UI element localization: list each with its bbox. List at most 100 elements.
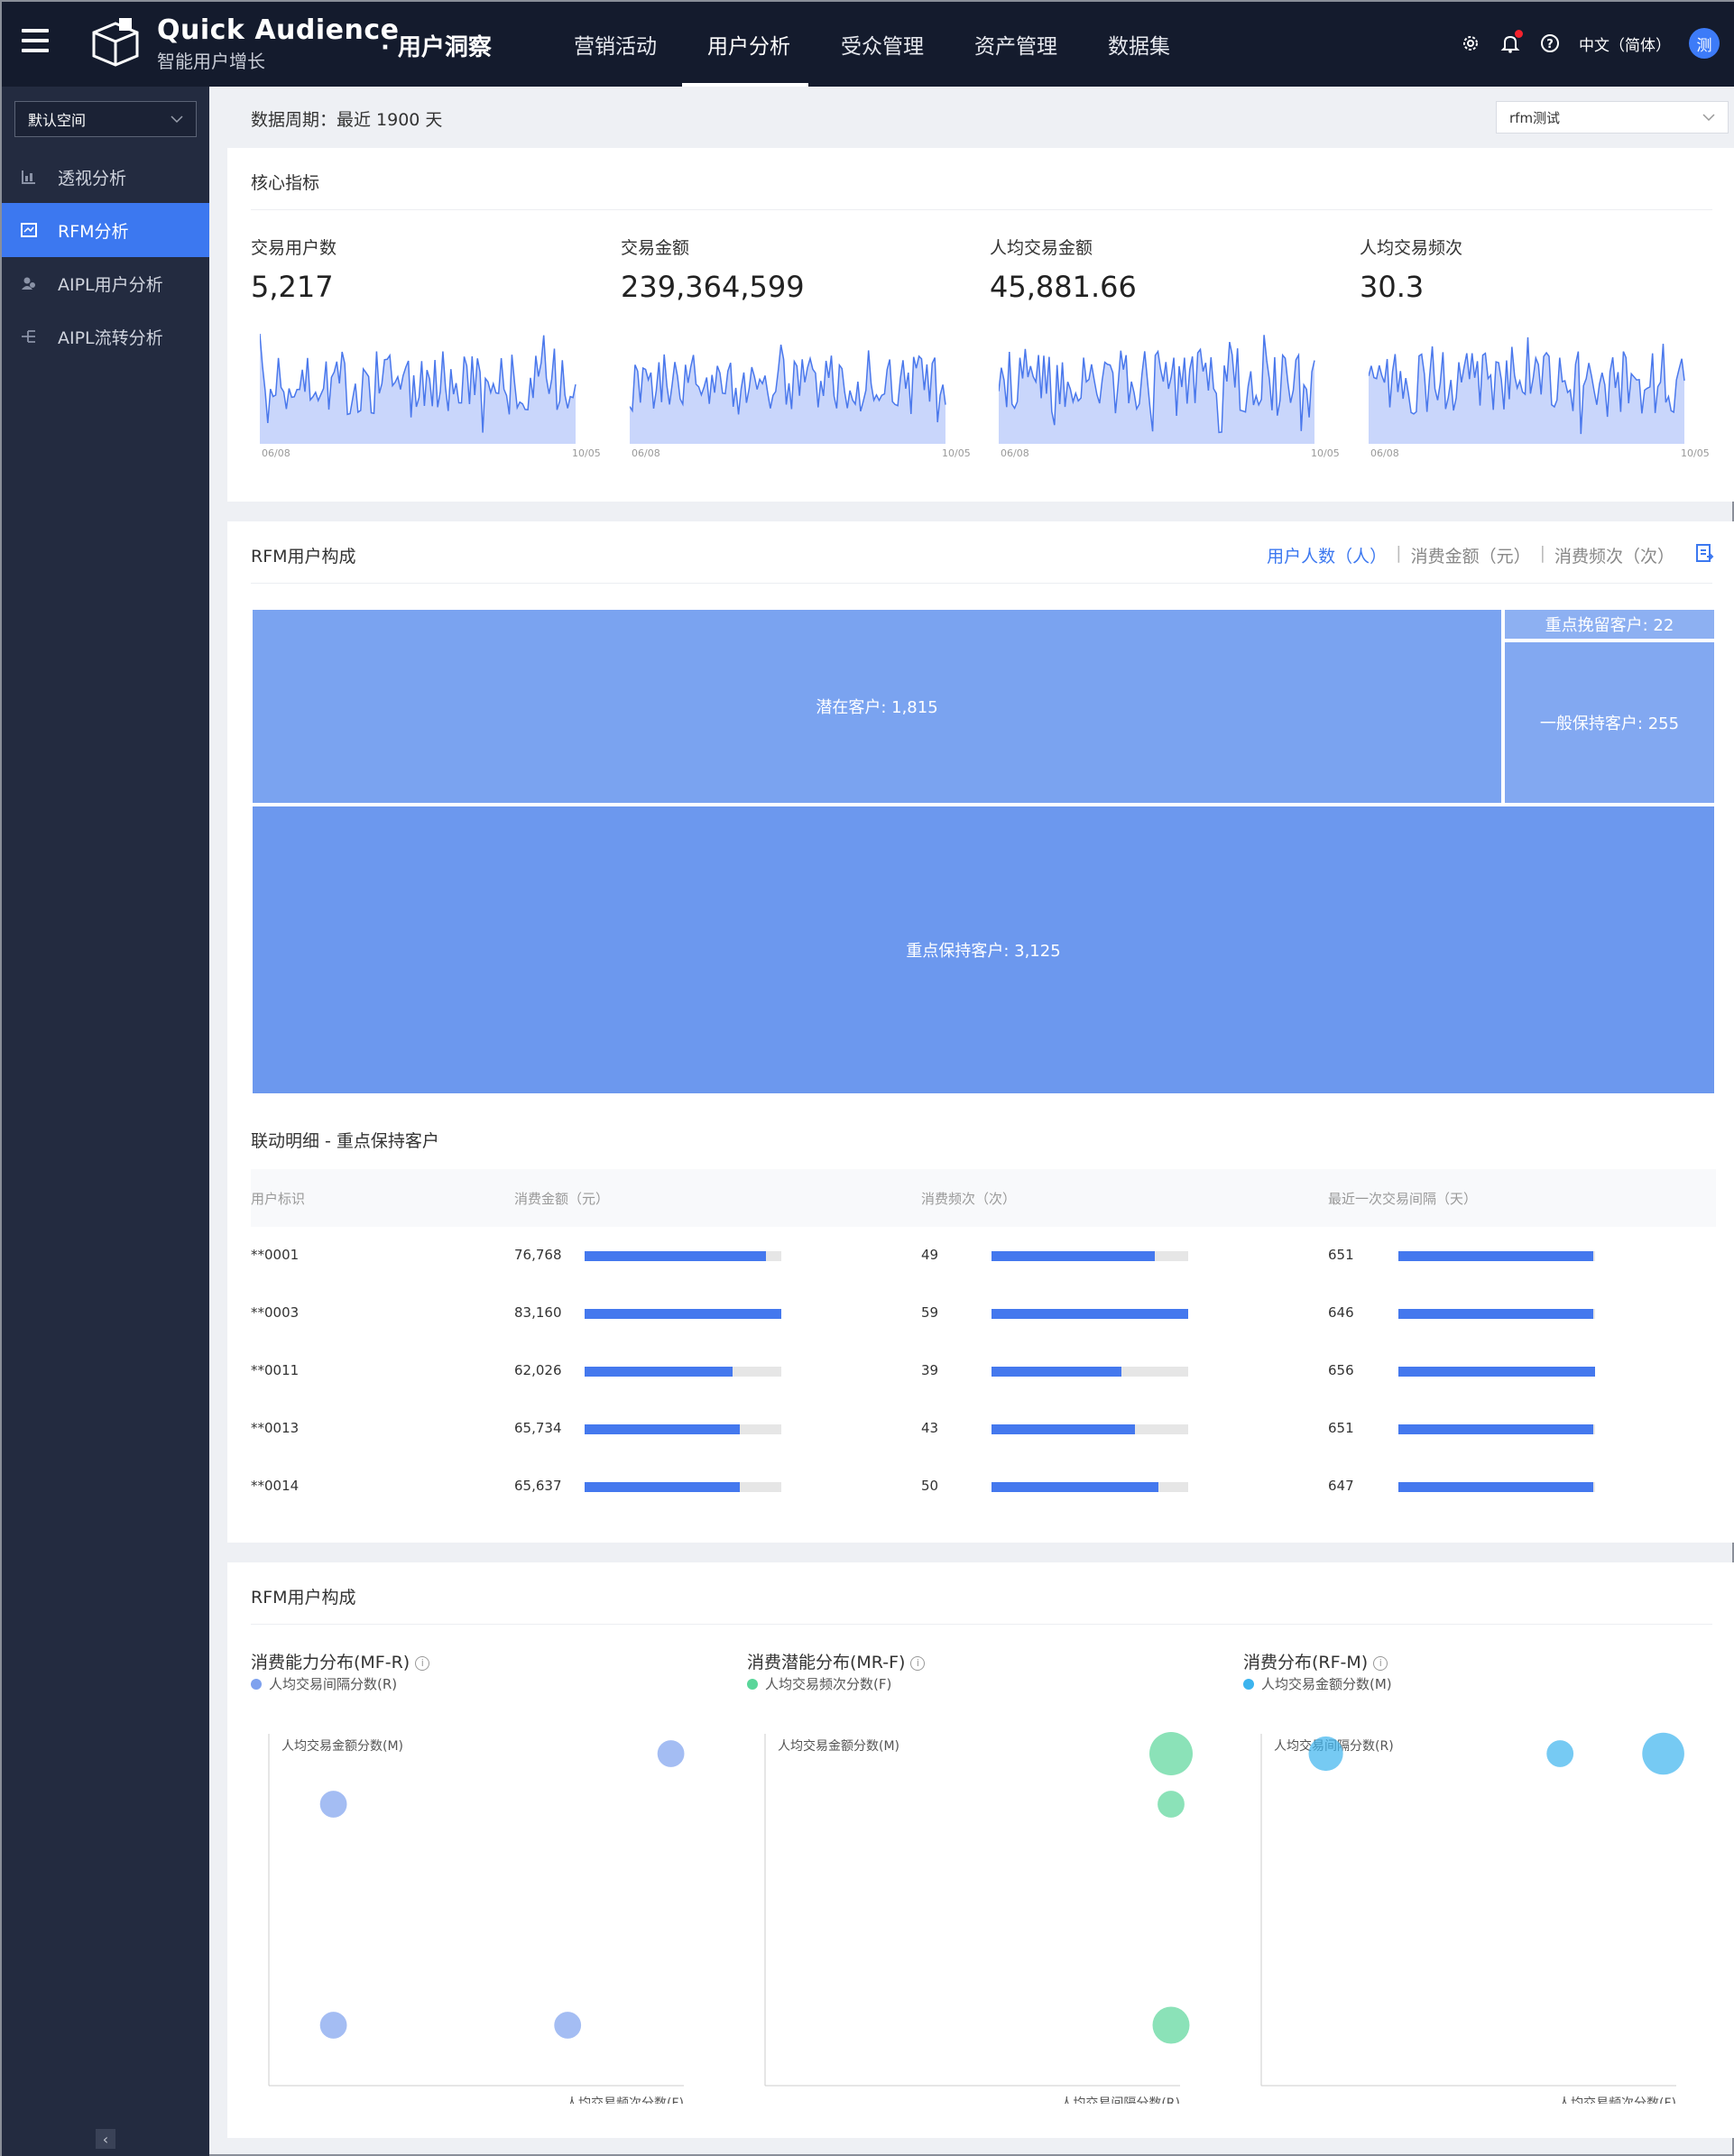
hamburger-menu-icon[interactable] — [22, 29, 49, 56]
table-row[interactable]: **0003 83,160 59 646 — [251, 1285, 1716, 1342]
sparkline-avg-frequency — [1369, 336, 1685, 444]
measure-tabs: 用户人数（人） | 消费金额（元） | 消费频次（次） — [1267, 543, 1674, 567]
bar-spend-frequency-track — [992, 1251, 1188, 1261]
rfm-bubble-card: RFM用户构成 消费能力分布(MF-R) i 人均交易间隔分数(R) 消费潜能分布… — [227, 1562, 1734, 2138]
nav-user-analysis[interactable]: 用户分析 — [707, 29, 790, 60]
bar-spend-amount-track — [585, 1482, 781, 1492]
treemap-cell-key-retain[interactable]: 重点挽留客户: 22 — [1503, 608, 1716, 640]
column-header: 最近一次交易间隔（天） — [1328, 1191, 1478, 1207]
bar-spend-amount-fill — [585, 1251, 766, 1261]
table-row[interactable]: **0001 76,768 49 651 — [251, 1227, 1716, 1285]
nav-asset-management[interactable]: 资产管理 — [974, 29, 1057, 60]
sparkline-date-start: 06/08 — [1001, 447, 1029, 459]
brand-subtitle: 智能用户增长 — [157, 51, 265, 72]
sparkline-date-end: 10/05 — [1311, 447, 1340, 459]
cell-recency: 647 — [1328, 1478, 1354, 1494]
detail-title: 联动明细 - 重点保持客户 — [251, 1131, 439, 1151]
legend-label: 人均交易金额分数(M) — [1261, 1676, 1392, 1692]
treemap-cell-key-keep[interactable]: 重点保持客户: 3,125 — [251, 805, 1716, 1095]
sidebar-item-aipl-flow[interactable]: AIPL流转分析 — [2, 309, 209, 364]
metric-label: 人均交易频次 — [1360, 238, 1463, 258]
divider — [251, 1624, 1712, 1625]
sparkline-area — [260, 334, 576, 444]
nav-audience-management[interactable]: 受众管理 — [841, 29, 924, 60]
cell-spend-frequency: 39 — [921, 1362, 939, 1378]
metric-label: 人均交易金额 — [990, 238, 1093, 258]
x-axis-label: 人均交易频次分数(F) — [1558, 2096, 1676, 2104]
column-header: 用户标识 — [251, 1191, 306, 1207]
cell-user-id: **0011 — [251, 1362, 300, 1378]
bar-spend-frequency-fill — [992, 1367, 1121, 1377]
metric-value: 45,881.66 — [990, 270, 1137, 304]
rfm-model-select[interactable]: rfm测试 — [1496, 101, 1729, 134]
language-selector[interactable]: 中文（简体） — [1579, 32, 1671, 55]
svg-text:?: ? — [1546, 38, 1554, 51]
bell-icon[interactable] — [1499, 30, 1523, 54]
bar-spend-amount-track — [585, 1367, 781, 1377]
metric-avg-amount: 人均交易金额 45,881.66 — [990, 235, 1342, 304]
bar-spend-amount-fill — [585, 1482, 741, 1492]
bubble-legend-mrf[interactable]: 人均交易频次分数(F) — [747, 1674, 891, 1693]
info-icon[interactable]: i — [910, 1656, 926, 1671]
legend-dot-icon — [1243, 1678, 1254, 1690]
cell-recency: 651 — [1328, 1247, 1354, 1263]
cell-recency: 646 — [1328, 1304, 1354, 1321]
treemap-cell-general-keep[interactable]: 一般保持客户: 255 — [1503, 640, 1716, 805]
x-axis-label: 人均交易频次分数(F) — [566, 2096, 684, 2104]
nav-marketing[interactable]: 营销活动 — [574, 29, 657, 60]
cell-user-id: **0003 — [251, 1304, 300, 1321]
cell-user-id: **0001 — [251, 1247, 300, 1263]
info-icon[interactable]: i — [415, 1656, 430, 1671]
info-icon[interactable]: i — [1373, 1656, 1388, 1671]
collapse-sidebar-icon[interactable]: ‹ — [96, 2129, 115, 2149]
treemap-cell-potential[interactable]: 潜在客户: 1,815 — [251, 608, 1503, 805]
bubble-legend-rfm[interactable]: 人均交易金额分数(M) — [1243, 1674, 1392, 1693]
tab-separator: | — [1539, 543, 1545, 563]
bubble-chart-mfr: 人均交易金额分数(M) 人均交易频次分数(F) — [268, 1734, 685, 2104]
space-select[interactable]: 默认空间 — [14, 101, 197, 137]
x-axis-label: 人均交易间隔分数(R) — [1060, 2096, 1180, 2104]
bar-spend-amount-track — [585, 1309, 781, 1319]
sidebar-item-perspective[interactable]: 透视分析 — [2, 150, 209, 204]
sparkline-date-start: 06/08 — [262, 447, 291, 459]
core-metrics-card: 核心指标 交易用户数 5,217 交易金额 239,364,599 人均交易金额… — [227, 148, 1734, 502]
column-header: 消费金额（元） — [514, 1191, 610, 1207]
bar-recency-track — [1398, 1482, 1595, 1492]
bubble-legend-mfr[interactable]: 人均交易间隔分数(R) — [251, 1674, 397, 1693]
bar-spend-amount-fill — [585, 1367, 733, 1377]
bar-recency-track — [1398, 1309, 1595, 1319]
tab-spend-frequency[interactable]: 消费频次（次） — [1554, 543, 1674, 567]
card-title: RFM用户构成 — [251, 1588, 356, 1608]
metric-value: 30.3 — [1360, 270, 1425, 304]
export-icon[interactable] — [1694, 543, 1714, 563]
table-row[interactable]: **0014 65,637 50 647 — [251, 1458, 1716, 1516]
tab-user-count[interactable]: 用户人数（人） — [1267, 543, 1387, 567]
bar-recency-fill — [1398, 1251, 1593, 1261]
sidebar-item-rfm[interactable]: RFM分析 — [2, 203, 209, 257]
notification-dot — [1515, 30, 1523, 38]
bubble-chart-title-mfr: 消费能力分布(MF-R) i — [251, 1649, 430, 1673]
metric-label: 交易金额 — [621, 238, 690, 258]
bar-recency-fill — [1398, 1367, 1595, 1377]
nav-dataset[interactable]: 数据集 — [1108, 29, 1170, 60]
tab-spend-amount[interactable]: 消费金额（元） — [1411, 543, 1531, 567]
bar-spend-frequency-track — [992, 1367, 1188, 1377]
gear-icon[interactable] — [1460, 32, 1481, 54]
sidebar: 默认空间 透视分析 RFM分析 AIPL用户分析 AIPL流转分析 ‹ — [2, 87, 209, 2156]
legend-label: 人均交易间隔分数(R) — [269, 1676, 398, 1692]
metric-trade-amount: 交易金额 239,364,599 — [621, 235, 973, 304]
tab-separator: | — [1396, 543, 1402, 563]
space-select-label: 默认空间 — [28, 112, 87, 129]
chevron-down-icon — [171, 115, 183, 124]
legend-dot-icon — [747, 1678, 758, 1690]
bar-recency-track — [1398, 1251, 1595, 1261]
sidebar-item-aipl-users[interactable]: AIPL用户分析 — [2, 256, 209, 310]
rfm-icon — [20, 221, 38, 239]
sidebar-item-label: RFM分析 — [58, 221, 129, 242]
table-row[interactable]: **0011 62,026 39 656 — [251, 1342, 1716, 1400]
table-row[interactable]: **0013 65,734 43 651 — [251, 1400, 1716, 1458]
sidebar-item-label: 透视分析 — [58, 168, 127, 189]
bubble-point — [554, 2012, 582, 2039]
avatar[interactable]: 测 — [1689, 28, 1720, 59]
help-icon[interactable]: ? — [1539, 32, 1561, 54]
